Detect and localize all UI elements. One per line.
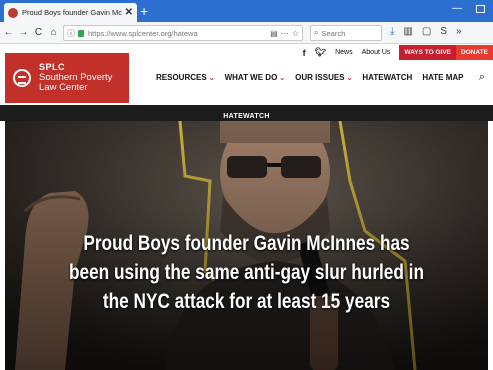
- url-bar[interactable]: ⓘ https://www.splcenter.org/hatewa ▤ ⋯ ☆: [63, 25, 303, 41]
- hero-image: Proud Boys founder Gavin McInnes has bee…: [5, 121, 488, 370]
- section-bar: HATEWATCH: [0, 105, 493, 121]
- minimize-icon[interactable]: —: [452, 3, 462, 14]
- tab-title: Proud Boys founder Gavin McI: [22, 8, 122, 17]
- chevron-down-icon: ⌄: [208, 74, 215, 82]
- about-link[interactable]: About Us: [362, 49, 391, 56]
- splc-favicon-icon: [8, 7, 18, 18]
- nav-what-we-do[interactable]: WHAT WE DO ⌄: [225, 73, 286, 82]
- chevron-down-icon: ⌄: [346, 74, 353, 82]
- back-icon[interactable]: ←: [2, 27, 15, 38]
- home-icon[interactable]: ⌂: [47, 27, 60, 38]
- bookmark-star-icon[interactable]: ☆: [292, 29, 299, 38]
- maximize-icon[interactable]: [476, 5, 485, 13]
- browser-search-box[interactable]: ⌕: [310, 25, 382, 41]
- forward-icon[interactable]: →: [17, 27, 30, 38]
- lock-icon: [78, 29, 84, 37]
- splc-page: f 🐦︎ News About Us WAYS TO GIVE DONATE R…: [0, 44, 493, 370]
- nav-toolbar: ← → C ⌂ ♁ ⓘ https://www.splcenter.org/ha…: [0, 22, 493, 44]
- splc-logo[interactable]: SPLC Southern Poverty Law Center: [5, 53, 129, 103]
- window-controls: —: [452, 3, 485, 14]
- nav-our-issues[interactable]: OUR ISSUES ⌄: [295, 73, 352, 82]
- news-link[interactable]: News: [335, 49, 353, 56]
- nav-what-we-do-label: WHAT WE DO: [224, 73, 278, 82]
- hero-headline[interactable]: Proud Boys founder Gavin McInnes has bee…: [65, 229, 428, 316]
- donate-button[interactable]: DONATE: [456, 45, 493, 60]
- page-actions-icon[interactable]: ⋯: [281, 29, 289, 38]
- nav-hatewatch[interactable]: HATEWATCH: [362, 73, 412, 82]
- sidebar-icon[interactable]: ▢: [422, 26, 431, 37]
- library-icon[interactable]: ▥: [403, 26, 412, 37]
- toolbar-right: ⤓ ▥ ▢ S »: [390, 26, 462, 37]
- nav-resources-label: RESOURCES: [156, 73, 207, 82]
- overflow-icon[interactable]: »: [456, 26, 462, 37]
- reader-view-icon[interactable]: ▤: [270, 29, 278, 38]
- splc-seal-icon: [13, 69, 31, 87]
- logo-text: SPLC Southern Poverty Law Center: [39, 62, 112, 93]
- new-tab-button[interactable]: +: [140, 3, 148, 19]
- tab-strip: Proud Boys founder Gavin McI ✕ + —: [0, 0, 493, 22]
- chevron-down-icon: ⌄: [279, 74, 286, 82]
- twitter-icon[interactable]: 🐦︎: [315, 47, 326, 58]
- download-icon[interactable]: ⤓: [390, 26, 394, 37]
- browser-window: Proud Boys founder Gavin McI ✕ + — ← → C…: [0, 0, 493, 370]
- ways-to-give-button[interactable]: WAYS TO GIVE: [399, 45, 457, 60]
- nav-resources[interactable]: RESOURCES ⌄: [156, 73, 215, 82]
- active-tab[interactable]: Proud Boys founder Gavin McI ✕: [4, 3, 137, 22]
- nav-our-issues-label: OUR ISSUES: [295, 73, 345, 82]
- facebook-icon[interactable]: f: [303, 48, 306, 58]
- extension-icon[interactable]: S: [440, 26, 447, 37]
- search-icon: ⌕: [314, 28, 319, 37]
- nav-hate-map[interactable]: HATE MAP: [422, 73, 463, 82]
- section-label[interactable]: HATEWATCH: [223, 113, 269, 120]
- reload-icon[interactable]: C: [32, 27, 45, 38]
- url-text[interactable]: https://www.splcenter.org/hatewa: [88, 29, 267, 38]
- site-search-icon[interactable]: ⌕: [479, 71, 485, 84]
- close-tab-icon[interactable]: ✕: [125, 7, 133, 18]
- search-input[interactable]: [321, 28, 377, 38]
- info-icon[interactable]: ⓘ: [67, 28, 75, 39]
- logo-line2: Law Center: [39, 81, 88, 93]
- nav-items: RESOURCES ⌄ WHAT WE DO ⌄ OUR ISSUES ⌄ HATEW…: [156, 73, 464, 82]
